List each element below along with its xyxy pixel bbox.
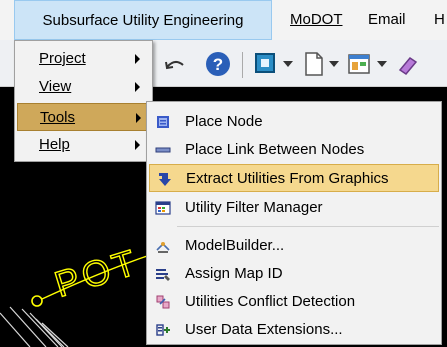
model-icon[interactable] bbox=[252, 50, 280, 78]
menu-email[interactable]: Email bbox=[360, 0, 414, 40]
menu-item-view[interactable]: View bbox=[17, 73, 150, 101]
node-marker bbox=[31, 295, 43, 307]
menu-subsurface-utility-engineering[interactable]: Subsurface Utility Engineering bbox=[14, 0, 272, 40]
menu-modot[interactable]: MoDOT bbox=[282, 0, 351, 40]
place-node-icon bbox=[157, 116, 169, 128]
menu-item-utility-filter-manager[interactable]: Utility Filter Manager bbox=[149, 194, 439, 222]
menu-item-project[interactable]: Project bbox=[17, 45, 150, 73]
menu-item-utilities-conflict-detection[interactable]: Utilities Conflict Detection bbox=[149, 288, 439, 316]
window-icon[interactable] bbox=[346, 50, 374, 78]
menu-item-user-data-extensions[interactable]: User Data Extensions... bbox=[149, 316, 439, 344]
submenu-arrow-icon bbox=[136, 113, 141, 123]
submenu-arrow-icon bbox=[135, 82, 140, 92]
model-builder-icon bbox=[156, 242, 170, 253]
assign-map-id-icon bbox=[156, 269, 170, 281]
subsurface-dropdown-menu: Project View Tools Help bbox=[14, 40, 153, 162]
menu-item-modelbuilder[interactable]: ModelBuilder... bbox=[149, 232, 439, 260]
hatch-lines bbox=[0, 306, 69, 347]
submenu-arrow-icon bbox=[135, 54, 140, 64]
chevron-down-icon[interactable] bbox=[280, 50, 296, 78]
submenu-arrow-icon bbox=[135, 140, 140, 150]
menubar: Subsurface Utility Engineering MoDOT Ema… bbox=[0, 0, 447, 41]
menu-item-assign-map-id[interactable]: Assign Map ID bbox=[149, 260, 439, 288]
tools-submenu: Place Node Place Link Between Nodes Extr… bbox=[146, 101, 442, 345]
menu-separator bbox=[177, 226, 439, 227]
menu-item-extract-utilities-from-graphics[interactable]: Extract Utilities From Graphics bbox=[149, 164, 439, 192]
toolbar-separator bbox=[242, 52, 243, 78]
chevron-down-icon[interactable] bbox=[326, 50, 342, 78]
extract-icon bbox=[159, 173, 171, 186]
filter-manager-icon bbox=[155, 201, 171, 215]
menu-item-place-node[interactable]: Place Node bbox=[149, 108, 439, 136]
menu-item-place-link-between-nodes[interactable]: Place Link Between Nodes bbox=[149, 136, 439, 164]
document-icon[interactable] bbox=[300, 50, 328, 78]
menu-item-tools[interactable]: Tools bbox=[17, 103, 150, 131]
help-icon[interactable]: ? bbox=[204, 50, 232, 78]
menu-item-help[interactable]: Help bbox=[17, 131, 150, 159]
tool-icon[interactable] bbox=[394, 50, 422, 78]
menu-h[interactable]: H bbox=[426, 0, 447, 40]
chevron-down-icon[interactable] bbox=[374, 50, 390, 78]
user-data-extensions-icon bbox=[156, 324, 170, 336]
conflict-detection-icon bbox=[156, 295, 170, 309]
svg-text:?: ? bbox=[213, 55, 223, 74]
undo-icon[interactable] bbox=[161, 50, 189, 78]
place-link-icon bbox=[155, 147, 171, 153]
